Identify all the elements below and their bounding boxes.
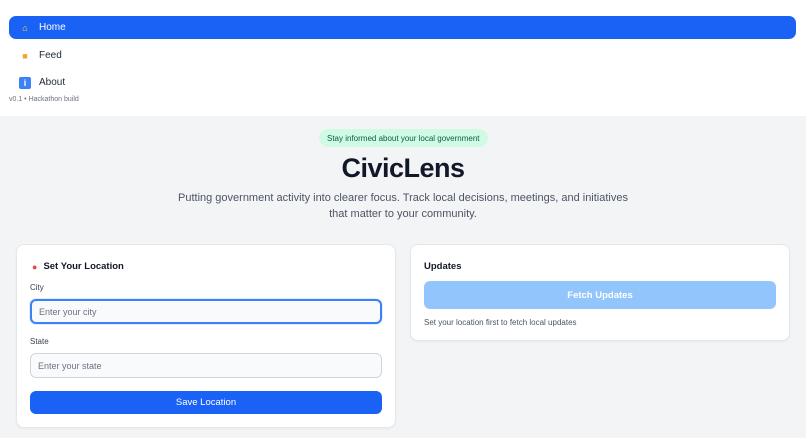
fetch-updates-button[interactable]: Fetch Updates [424,281,776,309]
house-icon: ⌂ [22,22,28,33]
map-pin-icon: ● [32,261,38,272]
state-input[interactable] [30,353,382,378]
nav-item-about[interactable]: i About [9,71,796,94]
updates-card: Updates Fetch Updates Set your location … [410,244,790,341]
city-input[interactable] [30,299,382,324]
version-text: v0.1 • Hackathon build [9,96,79,103]
updates-card-title: Updates [424,261,462,272]
info-icon: i [19,76,31,89]
page-title: CivicLens [341,153,465,183]
location-card: ● Set Your Location City State Save Loca… [16,244,396,428]
folder-icon: ■ [22,50,28,61]
location-card-title-text: Set Your Location [43,261,124,272]
updates-helper-text: Set your location first to fetch local u… [424,318,577,327]
save-location-button[interactable]: Save Location [30,391,382,414]
nav-item-label: Home [39,22,66,33]
nav-item-feed[interactable]: ■ Feed [9,44,796,67]
hero-badge: Stay informed about your local governmen… [319,129,488,147]
page-subtitle: Putting government activity into clearer… [178,192,628,220]
nav-item-home[interactable]: ⌂ Home [9,16,796,39]
location-card-title: ● Set Your Location [32,261,124,272]
city-label: City [30,283,44,292]
nav-item-label: Feed [39,50,62,61]
top-nav: ⌂ Home ■ Feed i About v0.1 • Hackathon b… [0,0,806,116]
nav-item-label: About [39,77,66,88]
state-label: State [30,337,49,346]
